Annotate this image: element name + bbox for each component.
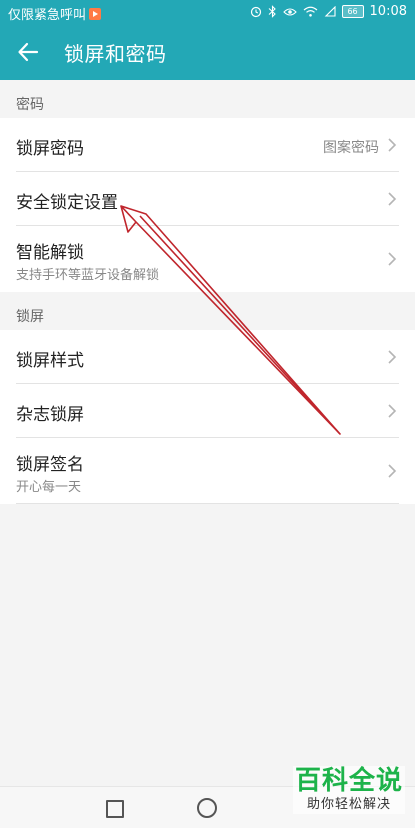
row-lock-screen-style[interactable]: 锁屏样式: [0, 330, 415, 384]
chevron-right-icon: [388, 464, 397, 478]
chevron-right-icon: [388, 350, 397, 364]
chevron-right-icon: [388, 252, 397, 266]
password-group: 锁屏密码 图案密码 安全锁定设置 智能解锁 支持手环等蓝牙设备解锁: [0, 118, 415, 292]
row-smart-unlock[interactable]: 智能解锁 支持手环等蓝牙设备解锁: [0, 226, 415, 292]
circle-icon[interactable]: [196, 797, 218, 819]
watermark-title: 百科全说: [294, 766, 403, 796]
row-title: 锁屏样式: [16, 351, 84, 371]
watermark-logo: 百科全说 助你轻松解决: [293, 766, 405, 814]
divider: [16, 503, 399, 504]
eye-icon: [282, 7, 297, 16]
bluetooth-icon: [268, 5, 276, 18]
lock-screen-group: 锁屏样式 杂志锁屏 锁屏签名 开心每一天: [0, 330, 415, 504]
row-title: 杂志锁屏: [16, 405, 84, 425]
chevron-right-icon: [388, 138, 397, 152]
square-icon[interactable]: [103, 797, 125, 819]
row-lock-screen-signature[interactable]: 锁屏签名 开心每一天: [0, 438, 415, 504]
chevron-right-icon: [388, 404, 397, 418]
carrier-text: 仅限紧急呼叫: [8, 8, 87, 23]
row-title: 安全锁定设置: [16, 193, 118, 213]
row-security-lock-settings[interactable]: 安全锁定设置: [0, 172, 415, 226]
status-bar: 仅限紧急呼叫 66 10:08: [0, 0, 415, 24]
status-left: 仅限紧急呼叫: [8, 4, 102, 23]
row-title: 智能解锁: [16, 243, 84, 263]
arrow-left-icon: [18, 42, 39, 62]
row-title: 锁屏签名: [16, 455, 84, 475]
alarm-icon: [250, 6, 261, 17]
status-time: 10:08: [369, 4, 407, 19]
section-label-lock-screen: 锁屏: [16, 309, 44, 325]
row-title: 锁屏密码: [16, 139, 84, 159]
back-button[interactable]: [10, 34, 46, 70]
row-magazine-lock-screen[interactable]: 杂志锁屏: [0, 384, 415, 438]
app-header: 锁屏和密码: [0, 24, 415, 80]
battery-icon: 66: [341, 5, 364, 18]
watermark-subtitle: 助你轻松解决: [306, 797, 391, 812]
settings-screen: 仅限紧急呼叫 66 10:08 锁屏和密码 密码 锁屏密码 图案密码 安全锁定设…: [0, 0, 415, 828]
signal-icon: [324, 6, 336, 17]
wifi-icon: [303, 6, 317, 17]
row-subtitle: 支持手环等蓝牙设备解锁: [16, 268, 160, 283]
status-right: 66 10:08: [250, 4, 407, 19]
row-subtitle: 开心每一天: [16, 480, 82, 495]
page-title: 锁屏和密码: [64, 42, 167, 66]
screen-record-icon: [89, 7, 102, 20]
row-lock-screen-password[interactable]: 锁屏密码 图案密码: [0, 118, 415, 172]
section-label-password: 密码: [16, 97, 44, 113]
chevron-right-icon: [388, 192, 397, 206]
row-value: 图案密码: [323, 140, 379, 156]
